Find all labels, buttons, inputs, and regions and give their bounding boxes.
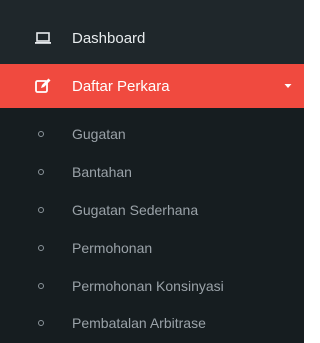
submenu-item-pembatalan-arbitrase[interactable]: Pembatalan Arbitrase bbox=[0, 308, 304, 338]
submenu-item-bantahan[interactable]: Bantahan bbox=[0, 157, 304, 187]
submenu-item-permohonan[interactable]: Permohonan bbox=[0, 233, 304, 263]
circle-icon bbox=[38, 320, 44, 326]
sidebar-item-label: Daftar Perkara bbox=[72, 77, 170, 95]
circle-icon bbox=[38, 283, 44, 289]
submenu-item-gugatan[interactable]: Gugatan bbox=[0, 119, 304, 149]
sidebar: Dashboard Daftar Perkara Gugatan Bantaha… bbox=[0, 0, 304, 343]
submenu-item-label: Gugatan Sederhana bbox=[72, 202, 199, 218]
submenu-item-label: Gugatan bbox=[72, 126, 126, 142]
laptop-icon bbox=[34, 29, 52, 47]
circle-icon bbox=[38, 131, 44, 137]
sidebar-item-dashboard[interactable]: Dashboard bbox=[0, 19, 304, 57]
circle-icon bbox=[38, 245, 44, 251]
sidebar-item-daftar-perkara[interactable]: Daftar Perkara bbox=[0, 64, 304, 108]
submenu-item-label: Permohonan Konsinyasi bbox=[72, 278, 224, 294]
submenu-item-gugatan-sederhana[interactable]: Gugatan Sederhana bbox=[0, 195, 304, 225]
submenu-item-permohonan-konsinyasi[interactable]: Permohonan Konsinyasi bbox=[0, 271, 304, 301]
circle-icon bbox=[38, 207, 44, 213]
circle-icon bbox=[38, 169, 44, 175]
submenu-item-label: Pembatalan Arbitrase bbox=[72, 315, 206, 331]
submenu-daftar-perkara: Gugatan Bantahan Gugatan Sederhana Permo… bbox=[0, 108, 304, 343]
chevron-down-icon bbox=[284, 82, 292, 90]
submenu-item-label: Bantahan bbox=[72, 164, 132, 180]
edit-icon bbox=[34, 77, 52, 95]
submenu-item-label: Permohonan bbox=[72, 240, 153, 256]
sidebar-item-label: Dashboard bbox=[72, 29, 146, 47]
